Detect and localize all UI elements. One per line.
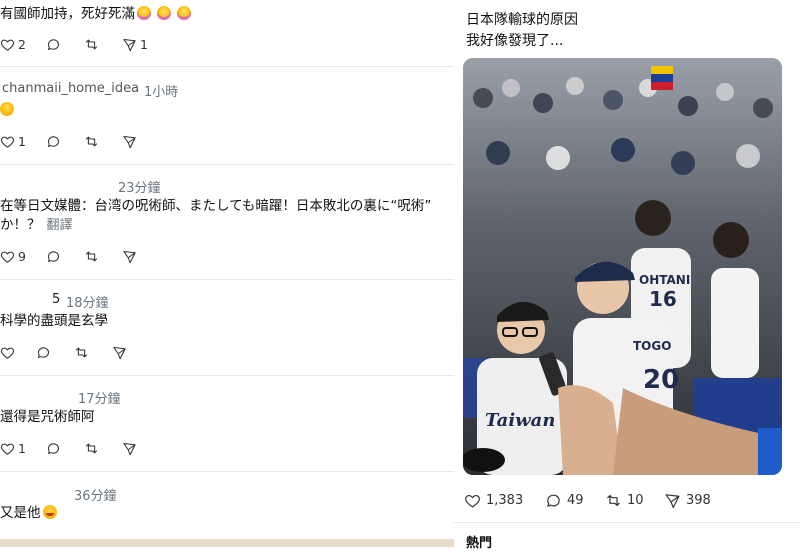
divider	[0, 375, 454, 376]
share-button[interactable]: 1	[122, 36, 148, 52]
retweet-button[interactable]	[84, 36, 99, 52]
heart-icon	[0, 251, 15, 263]
share-button[interactable]	[122, 133, 137, 149]
like-button[interactable]: 9	[0, 248, 26, 264]
retweet-icon	[607, 494, 620, 506]
divider	[0, 279, 454, 280]
share-button[interactable]	[122, 440, 137, 456]
reply-text: 科學的盡頭是玄學	[0, 313, 108, 329]
post-text-line1: 日本隊輸球的原因	[466, 12, 578, 28]
retweet-button[interactable]	[84, 440, 99, 456]
reply-author[interactable]: chanmaii_home_idea	[2, 81, 139, 96]
stadium-crowd-image: OHTANI 16 TOGO 20 Taiwan	[463, 58, 782, 475]
pink-face-icon	[137, 6, 151, 20]
send-icon	[123, 38, 136, 51]
post-text-line2: 我好像發現了...	[466, 33, 564, 49]
divider	[0, 66, 454, 67]
send-icon	[665, 493, 680, 508]
comment-icon	[47, 38, 60, 50]
comment-icon	[47, 442, 60, 454]
like-button[interactable]: 2	[0, 36, 26, 52]
comment-icon	[47, 135, 60, 147]
heart-icon	[0, 39, 15, 51]
laughing-face-icon	[0, 102, 14, 116]
retweet-icon	[85, 251, 98, 261]
post-share-button[interactable]: 398	[664, 491, 711, 509]
jersey-number-right: 16	[649, 287, 677, 311]
reply-button[interactable]	[46, 133, 61, 149]
post-photo[interactable]: OHTANI 16 TOGO 20 Taiwan	[463, 58, 782, 475]
pink-face-icon	[157, 6, 171, 20]
reply-time: 1小時	[144, 85, 179, 100]
next-reply-peek	[0, 539, 454, 547]
reply-text	[0, 100, 14, 120]
replies-column: 有國師加持，死好死滿 2 1 chanmaii_home_idea 1小時 1 …	[0, 0, 454, 547]
reply-button[interactable]	[46, 36, 61, 52]
jersey-number-center: 20	[643, 365, 679, 395]
like-button[interactable]: 1	[0, 440, 26, 456]
retweet-icon	[75, 347, 88, 357]
pink-face-icon	[177, 6, 191, 20]
reply-button[interactable]	[46, 440, 61, 456]
reply-time: 17分鐘	[78, 392, 121, 407]
like-button[interactable]: 1	[0, 133, 26, 149]
reply-author[interactable]: 5	[52, 292, 60, 307]
reply-button[interactable]	[46, 248, 61, 264]
retweet-button[interactable]	[84, 248, 99, 264]
reply-button[interactable]	[36, 344, 51, 360]
post-panel: 日本隊輸球的原因 我好像發現了... OHTANI 16 TOGO 20 Tai…	[454, 0, 800, 551]
retweet-icon	[85, 443, 98, 453]
like-button[interactable]	[0, 344, 15, 360]
reply-time: 18分鐘	[66, 296, 109, 311]
jersey-name-center: TOGO	[633, 339, 671, 353]
retweet-button[interactable]	[84, 133, 99, 149]
rofl-face-icon	[42, 505, 57, 519]
reply-text: 還得是咒術師阿	[0, 409, 95, 425]
reply-time: 23分鐘	[118, 181, 161, 196]
divider	[454, 522, 800, 523]
send-icon	[123, 135, 136, 148]
reply-text: 又是他	[0, 503, 57, 523]
post-like-button[interactable]: 1,383	[464, 491, 523, 509]
comment-icon	[37, 346, 50, 358]
heart-icon	[465, 494, 480, 507]
heart-icon	[0, 443, 15, 455]
reply-text: 有國師加持，死好死滿	[0, 4, 191, 24]
reply-text: 在等日文媒體：台湾の呪術師、またしても暗躍！日本敗北の裏に“呪術”	[0, 198, 432, 214]
retweet-icon	[85, 39, 98, 49]
jersey-name-right: OHTANI	[639, 273, 690, 287]
heart-icon	[0, 347, 15, 359]
divider	[0, 164, 454, 165]
reply-time: 36分鐘	[74, 489, 117, 504]
post-reply-button[interactable]: 49	[545, 491, 584, 509]
send-icon	[123, 250, 136, 263]
reply-text-continued: か！？ 翻譯	[0, 217, 73, 233]
jersey-name-left: Taiwan	[485, 410, 555, 431]
comment-icon	[547, 494, 560, 507]
section-heading-popular[interactable]: 熱門	[466, 534, 492, 554]
retweet-button[interactable]	[74, 344, 89, 360]
post-retweet-button[interactable]: 10	[605, 491, 644, 509]
send-icon	[123, 442, 136, 455]
translate-link[interactable]: 翻譯	[47, 218, 73, 233]
share-button[interactable]	[122, 248, 137, 264]
send-icon	[113, 346, 126, 359]
heart-icon	[0, 136, 15, 148]
divider	[0, 471, 454, 472]
comment-icon	[47, 250, 60, 262]
retweet-icon	[85, 136, 98, 146]
share-button[interactable]	[112, 344, 127, 360]
